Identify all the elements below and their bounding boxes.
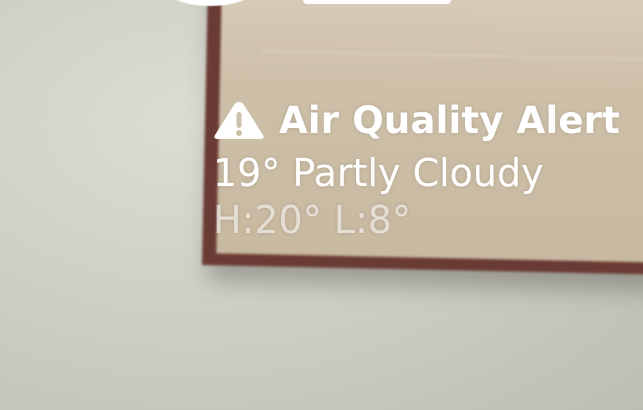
alert-title: Air Quality Alert — [279, 98, 621, 142]
air-quality-alert-row: Air Quality Alert — [213, 98, 620, 142]
high-low-temperature: H:20° L:8° — [213, 198, 411, 242]
warning-triangle-icon — [213, 100, 265, 140]
top-widget-edge — [303, 0, 451, 4]
weather-widget[interactable]: Air Quality Alert 19° Partly Cloudy H:20… — [213, 98, 620, 243]
current-conditions: 19° Partly Cloudy — [213, 151, 544, 195]
